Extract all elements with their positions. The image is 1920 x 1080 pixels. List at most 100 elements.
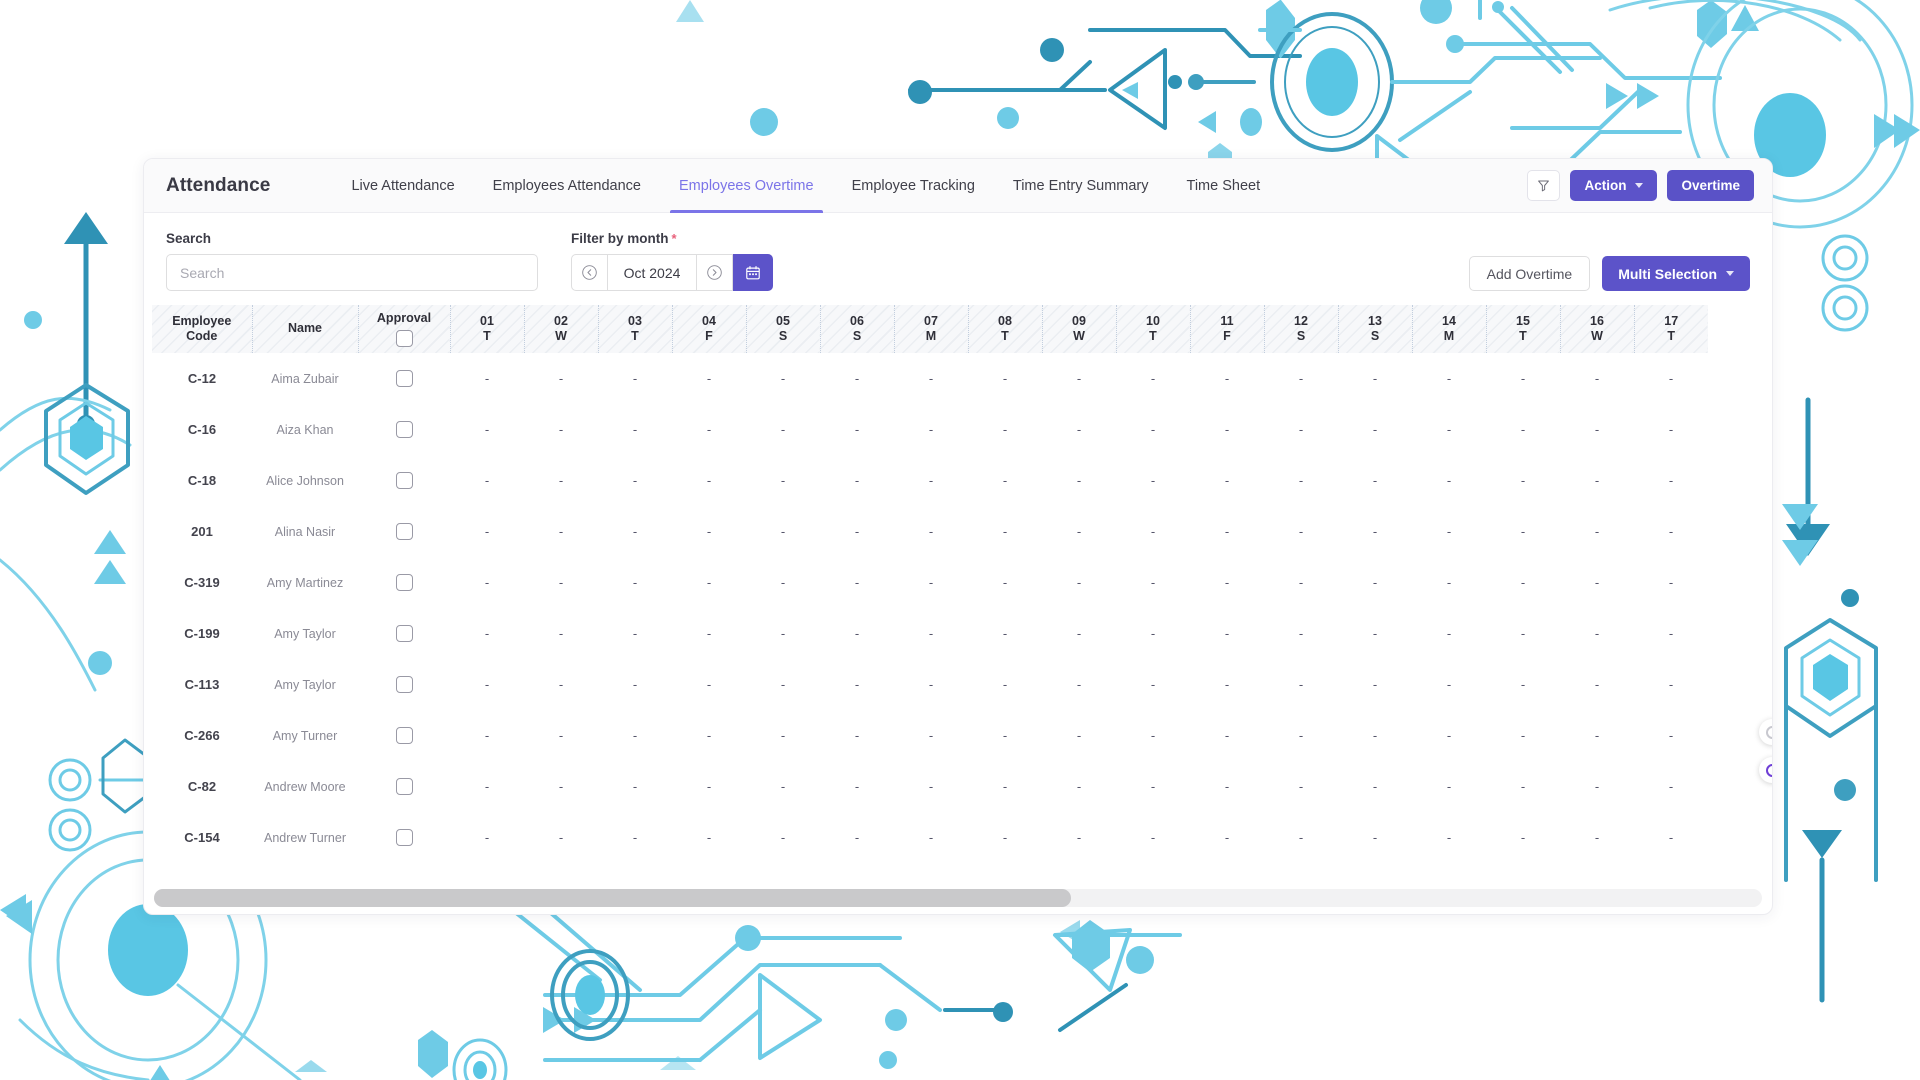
cell-day-16[interactable]: - — [1560, 812, 1634, 863]
row-approval-checkbox[interactable] — [395, 727, 413, 744]
row-approval-checkbox[interactable] — [395, 370, 413, 387]
cell-day-11[interactable]: - — [1190, 557, 1264, 608]
cell-day-17[interactable]: - — [1634, 761, 1708, 812]
overtime-button[interactable]: Overtime — [1667, 170, 1754, 201]
cell-day-09[interactable]: - — [1042, 404, 1116, 455]
cell-day-05[interactable]: - — [746, 557, 820, 608]
table-row[interactable]: C-319 Amy Martinez - - - - - - - - - - - - - - - - - — [152, 557, 1708, 608]
cell-day-05[interactable]: - — [746, 710, 820, 761]
cell-day-14[interactable]: - — [1412, 812, 1486, 863]
cell-day-06[interactable]: - — [820, 557, 894, 608]
cell-day-06[interactable]: - — [820, 506, 894, 557]
cell-day-02[interactable]: - — [524, 761, 598, 812]
cell-day-01[interactable]: - — [450, 812, 524, 863]
cell-day-04[interactable]: - — [672, 404, 746, 455]
row-approval-checkbox[interactable] — [395, 829, 413, 846]
table-row[interactable]: 201 Alina Nasir - - - - - - - - - - - - - - - - - — [152, 506, 1708, 557]
cell-day-13[interactable]: - — [1338, 659, 1412, 710]
cell-day-04[interactable]: - — [672, 608, 746, 659]
cell-day-07[interactable]: - — [894, 353, 968, 404]
cell-day-12[interactable]: - — [1264, 659, 1338, 710]
cell-day-04[interactable]: - — [672, 506, 746, 557]
column-header-day-02[interactable]: 02 W — [524, 305, 599, 353]
cell-day-03[interactable]: - — [598, 761, 672, 812]
month-value[interactable]: Oct 2024 — [608, 254, 696, 291]
cell-day-09[interactable]: - — [1042, 659, 1116, 710]
cell-day-12[interactable]: - — [1264, 455, 1338, 506]
table-row[interactable]: C-199 Amy Taylor - - - - - - - - - - - - - - - - - — [152, 608, 1708, 659]
tab-employees-overtime[interactable]: Employees Overtime — [660, 159, 833, 213]
tab-employee-tracking[interactable]: Employee Tracking — [833, 159, 994, 213]
column-header-day-05[interactable]: 05 S — [746, 305, 821, 353]
cell-day-12[interactable]: - — [1264, 557, 1338, 608]
cell-day-07[interactable]: - — [894, 812, 968, 863]
cell-day-06[interactable]: - — [820, 761, 894, 812]
cell-day-04[interactable]: - — [672, 761, 746, 812]
cell-day-17[interactable]: - — [1634, 353, 1708, 404]
cell-day-16[interactable]: - — [1560, 557, 1634, 608]
cell-day-10[interactable]: - — [1116, 812, 1190, 863]
cell-day-14[interactable]: - — [1412, 659, 1486, 710]
column-header-day-06[interactable]: 06 S — [820, 305, 895, 353]
table-row[interactable]: C-154 Andrew Turner - - - - - - - - - - - - - - - - - — [152, 812, 1708, 863]
cell-day-10[interactable]: - — [1116, 710, 1190, 761]
cell-day-14[interactable]: - — [1412, 710, 1486, 761]
cell-day-04[interactable]: - — [672, 353, 746, 404]
cell-day-17[interactable]: - — [1634, 506, 1708, 557]
cell-day-08[interactable]: - — [968, 353, 1042, 404]
cell-day-10[interactable]: - — [1116, 557, 1190, 608]
cell-day-03[interactable]: - — [598, 404, 672, 455]
cell-day-04[interactable]: - — [672, 710, 746, 761]
tab-time-sheet[interactable]: Time Sheet — [1168, 159, 1280, 213]
tab-live-attendance[interactable]: Live Attendance — [332, 159, 473, 213]
cell-day-14[interactable]: - — [1412, 608, 1486, 659]
cell-day-16[interactable]: - — [1560, 506, 1634, 557]
cell-day-15[interactable]: - — [1486, 455, 1560, 506]
cell-day-15[interactable]: - — [1486, 659, 1560, 710]
column-header-employee-code[interactable]: Employee Code — [152, 305, 253, 353]
overtime-table-scroll-area[interactable]: Employee Code Name Approval 01 T 02 W 03… — [152, 305, 1764, 889]
row-approval-checkbox[interactable] — [395, 421, 413, 438]
cell-day-04[interactable]: - — [672, 812, 746, 863]
cell-day-03[interactable]: - — [598, 506, 672, 557]
cell-day-12[interactable]: - — [1264, 506, 1338, 557]
cell-day-07[interactable]: - — [894, 455, 968, 506]
cell-day-09[interactable]: - — [1042, 506, 1116, 557]
cell-day-12[interactable]: - — [1264, 812, 1338, 863]
cell-day-12[interactable]: - — [1264, 710, 1338, 761]
cell-day-01[interactable]: - — [450, 353, 524, 404]
column-header-day-17[interactable]: 17 T — [1634, 305, 1708, 353]
cell-day-02[interactable]: - — [524, 812, 598, 863]
cell-day-01[interactable]: - — [450, 557, 524, 608]
cell-day-14[interactable]: - — [1412, 404, 1486, 455]
cell-day-02[interactable]: - — [524, 608, 598, 659]
cell-day-09[interactable]: - — [1042, 761, 1116, 812]
cell-day-16[interactable]: - — [1560, 404, 1634, 455]
cell-day-11[interactable]: - — [1190, 353, 1264, 404]
cell-day-17[interactable]: - — [1634, 455, 1708, 506]
cell-day-11[interactable]: - — [1190, 812, 1264, 863]
cell-day-11[interactable]: - — [1190, 710, 1264, 761]
cell-day-17[interactable]: - — [1634, 812, 1708, 863]
cell-day-01[interactable]: - — [450, 608, 524, 659]
cell-day-07[interactable]: - — [894, 557, 968, 608]
cell-day-10[interactable]: - — [1116, 659, 1190, 710]
column-header-day-09[interactable]: 09 W — [1042, 305, 1117, 353]
cell-day-17[interactable]: - — [1634, 404, 1708, 455]
cell-day-15[interactable]: - — [1486, 506, 1560, 557]
cell-day-02[interactable]: - — [524, 710, 598, 761]
cell-day-01[interactable]: - — [450, 455, 524, 506]
cell-day-11[interactable]: - — [1190, 404, 1264, 455]
select-all-checkbox[interactable] — [395, 330, 413, 348]
cell-day-04[interactable]: - — [672, 455, 746, 506]
cell-day-10[interactable]: - — [1116, 608, 1190, 659]
row-approval-checkbox[interactable] — [395, 778, 413, 795]
cell-day-16[interactable]: - — [1560, 353, 1634, 404]
cell-day-12[interactable]: - — [1264, 353, 1338, 404]
cell-day-01[interactable]: - — [450, 404, 524, 455]
cell-day-05[interactable]: - — [746, 455, 820, 506]
horizontal-scrollbar-thumb[interactable] — [154, 889, 1071, 907]
previous-month-button[interactable] — [571, 254, 608, 291]
table-row[interactable]: C-16 Aiza Khan - - - - - - - - - - - - - - - - - — [152, 404, 1708, 455]
cell-day-03[interactable]: - — [598, 557, 672, 608]
